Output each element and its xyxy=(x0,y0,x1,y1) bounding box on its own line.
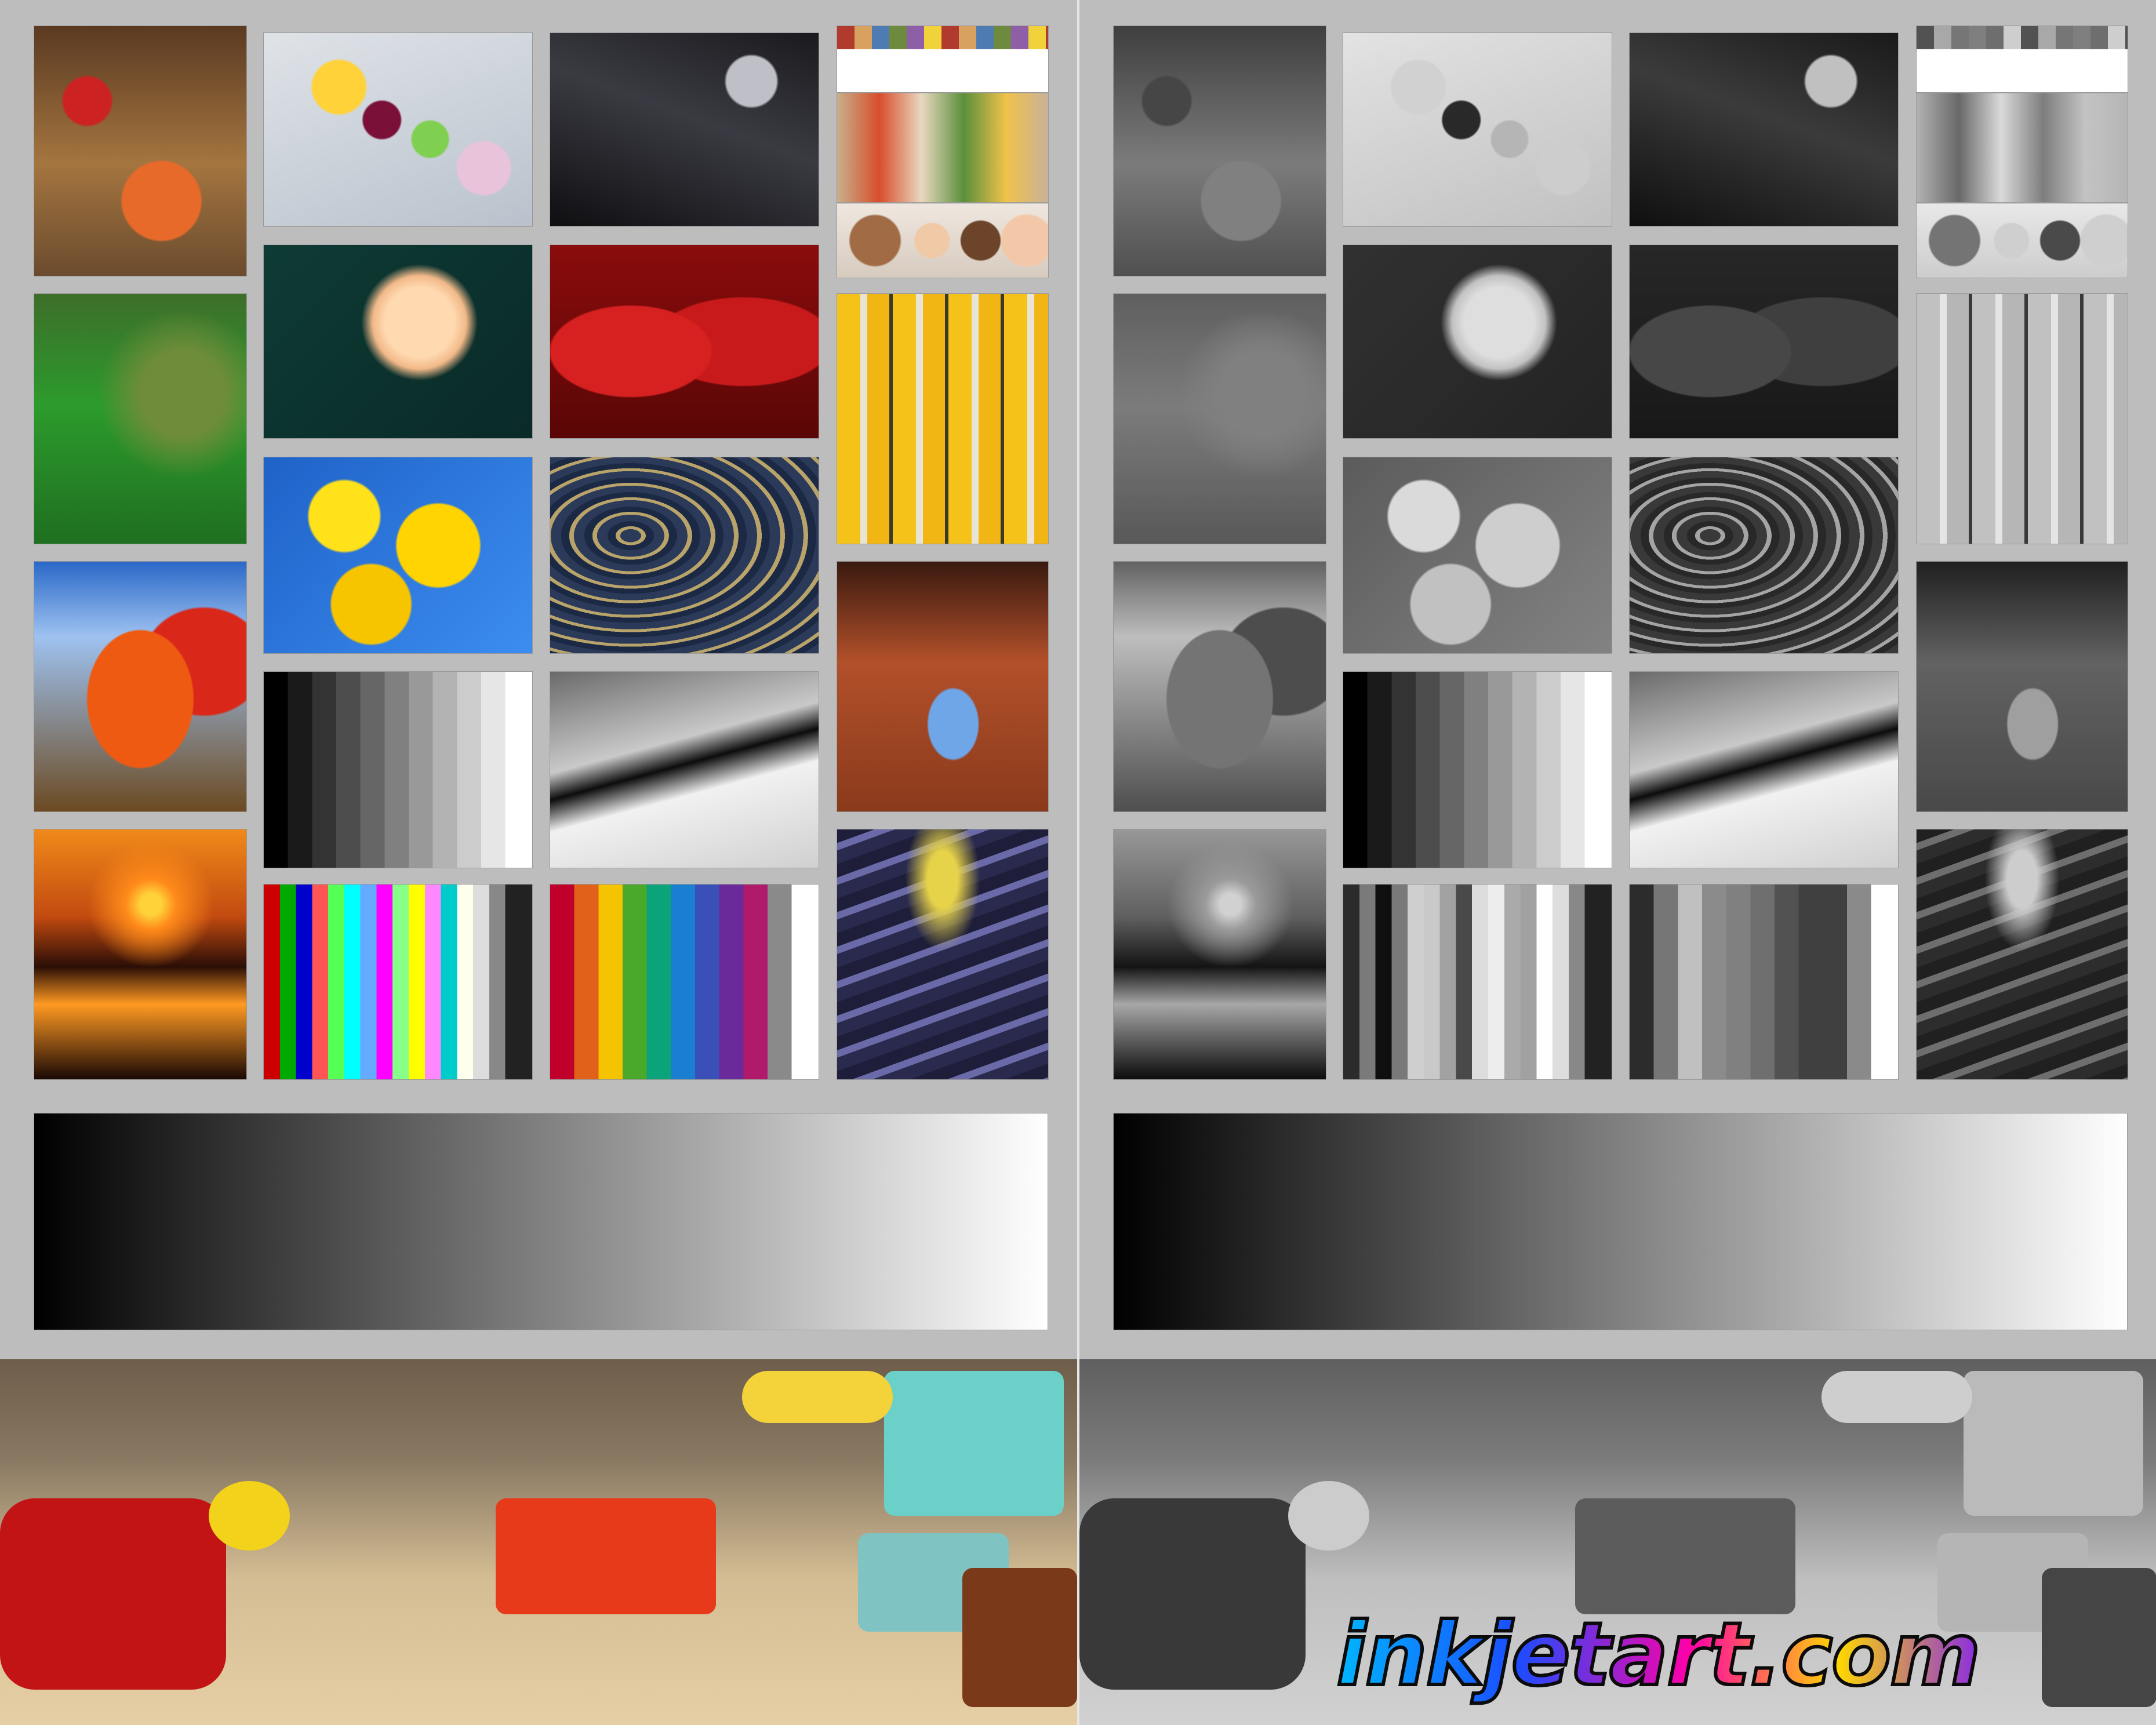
sand-dune-photo xyxy=(550,671,819,868)
wooden-meter xyxy=(962,1568,1077,1707)
grayscale-half xyxy=(1079,0,2156,1725)
strawberry-photo xyxy=(550,245,819,439)
teal-radio xyxy=(884,1371,1064,1516)
color-half xyxy=(0,0,1077,1725)
electronics-photo xyxy=(550,32,819,227)
sunset-photo-gray xyxy=(1113,829,1326,1080)
bath-products-photo-gray xyxy=(1343,32,1612,227)
lava-texture-photo xyxy=(550,457,819,654)
logo-text: inkjetart.com xyxy=(1335,1603,1983,1707)
still-life-photo-gray xyxy=(1113,26,1326,276)
aspen-photo-gray xyxy=(1916,293,2128,544)
faces-photo xyxy=(837,203,1049,278)
rock-arch-photo-gray xyxy=(1916,561,2128,812)
forest-photo-gray xyxy=(1113,293,1326,544)
radio-gray xyxy=(1964,1371,2143,1516)
sunset-photo xyxy=(34,829,247,1080)
forest-photo xyxy=(34,293,247,544)
grayscale-step-wedge-gray xyxy=(1343,671,1612,868)
electronics-photo-gray xyxy=(1629,32,1899,227)
autumn-tree-photo xyxy=(34,561,247,812)
bananas xyxy=(742,1371,893,1423)
aspen-photo xyxy=(837,293,1049,544)
shelf-objects-photo-gray xyxy=(1916,93,2128,203)
color-checker-photo-gray xyxy=(1916,26,2128,93)
bananas-gray xyxy=(1821,1371,1972,1423)
rose-photo-gray xyxy=(1343,245,1612,439)
sand-ripples-photo xyxy=(837,829,1049,1080)
sand-ripples-photo-gray xyxy=(1916,829,2128,1080)
color-swatch-target xyxy=(550,884,819,1080)
yellow-flowers-photo-gray xyxy=(1343,457,1612,654)
color-bars-target xyxy=(263,884,533,1080)
label-maker-gray xyxy=(1575,1498,1795,1614)
color-swatch-target-gray xyxy=(1629,884,1899,1080)
telephone-gray xyxy=(1079,1498,1306,1690)
gray-ramp xyxy=(34,1113,1048,1330)
rose-photo xyxy=(263,245,533,439)
faces-photo-gray xyxy=(1916,203,2128,278)
sand-dune-photo-gray xyxy=(1629,671,1899,868)
strawberry-photo-gray xyxy=(1629,245,1899,439)
color-checker-photo xyxy=(837,26,1049,93)
yellow-flowers-photo xyxy=(263,457,533,654)
print-test-page: inkjetart.com xyxy=(0,0,2156,1725)
red-telephone xyxy=(0,1498,226,1690)
gray-ramp-gray xyxy=(1113,1113,2128,1330)
red-label-maker xyxy=(496,1498,716,1614)
color-bars-target-gray xyxy=(1343,884,1612,1080)
still-life-photo xyxy=(34,26,247,276)
rock-arch-photo xyxy=(837,561,1049,812)
autumn-tree-photo-gray xyxy=(1113,561,1326,812)
meter-gray xyxy=(2042,1568,2156,1707)
shelf-objects-photo xyxy=(837,93,1049,203)
inkjetart-logo: inkjetart.com xyxy=(1335,1603,1983,1707)
lemon-gray xyxy=(1288,1481,1369,1551)
desk-objects-photo xyxy=(0,1359,1077,1725)
lemon xyxy=(209,1481,290,1551)
lava-texture-photo-gray xyxy=(1629,457,1899,654)
bath-products-photo xyxy=(263,32,533,227)
grayscale-step-wedge xyxy=(263,671,533,868)
